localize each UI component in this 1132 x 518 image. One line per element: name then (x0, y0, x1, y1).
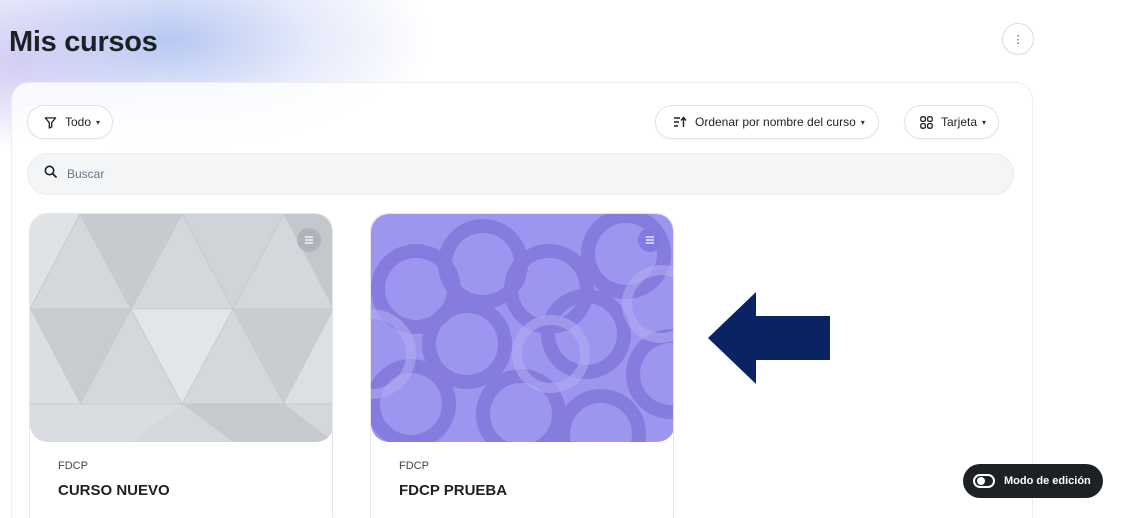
filter-icon (44, 116, 57, 129)
search-bar (27, 153, 1014, 195)
view-dropdown[interactable]: Tarjeta ▾ (904, 105, 1000, 139)
page-actions-button[interactable]: ⋮ (1002, 23, 1034, 55)
sort-dropdown[interactable]: Ordenar por nombre del curso ▾ (655, 105, 879, 139)
course-menu-button[interactable] (297, 228, 321, 252)
course-category: FDCP (58, 460, 88, 472)
course-thumbnail (30, 214, 332, 442)
filter-dropdown[interactable]: Todo ▾ (27, 105, 114, 139)
more-vertical-icon: ⋮ (1012, 33, 1024, 46)
view-label: Tarjeta (941, 115, 978, 129)
toggle-switch-icon (973, 474, 995, 488)
grid-icon (920, 115, 933, 129)
course-name[interactable]: CURSO NUEVO (58, 482, 170, 499)
filter-label: Todo (65, 115, 92, 129)
search-icon (44, 165, 57, 183)
course-thumbnail (371, 214, 673, 442)
page-title: Mis cursos (9, 26, 158, 58)
caret-down-icon: ▾ (860, 117, 865, 127)
search-input[interactable] (67, 167, 967, 181)
edit-mode-label: Modo de edición (1004, 475, 1091, 487)
sort-icon (673, 116, 687, 128)
course-card[interactable]: FDCP FDCP PRUEBA (370, 213, 674, 518)
list-icon (305, 236, 313, 244)
course-category: FDCP (399, 460, 429, 472)
sort-label: Ordenar por nombre del curso (695, 115, 856, 129)
course-name[interactable]: FDCP PRUEBA (399, 482, 507, 499)
caret-down-icon: ▾ (96, 117, 101, 127)
list-icon (646, 236, 654, 244)
edit-mode-toggle[interactable]: Modo de edición (963, 464, 1103, 498)
course-card[interactable]: FDCP CURSO NUEVO (29, 213, 333, 518)
page: Mis cursos ⋮ Todo ▾ Ordenar por nombre d… (0, 0, 1132, 518)
caret-down-icon: ▾ (982, 117, 987, 127)
course-menu-button[interactable] (638, 228, 662, 252)
left-arrow-icon (708, 292, 830, 384)
